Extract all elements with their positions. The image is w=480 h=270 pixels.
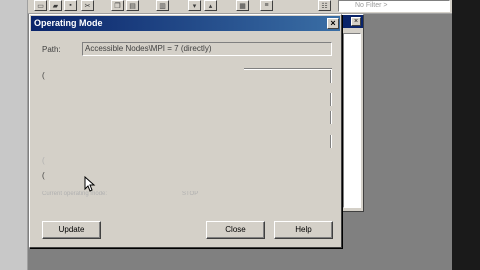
current-mode-label: Current operating mode: bbox=[42, 191, 108, 197]
group-edge bbox=[330, 93, 332, 106]
background-dark-area bbox=[452, 0, 480, 270]
group-edge bbox=[330, 70, 332, 83]
close-icon[interactable]: × bbox=[327, 18, 339, 29]
details-icon[interactable]: ☷ bbox=[318, 0, 331, 11]
download-icon[interactable]: ▾ bbox=[188, 0, 201, 11]
obscured-label: ( bbox=[42, 71, 45, 80]
group-edge bbox=[330, 135, 332, 148]
background-left-strip bbox=[0, 0, 28, 270]
upload-icon[interactable]: ▴ bbox=[204, 0, 217, 11]
paste-icon[interactable]: ▥ bbox=[156, 0, 169, 11]
filter-dropdown[interactable]: No Filter > bbox=[338, 0, 450, 12]
cut-icon[interactable]: ✂ bbox=[81, 0, 94, 11]
paste-icon[interactable]: ▤ bbox=[126, 0, 139, 11]
current-mode-value: STOP bbox=[182, 191, 199, 197]
list-icon[interactable]: ≡ bbox=[260, 0, 273, 11]
obscured-label: ( bbox=[42, 156, 45, 165]
copy-icon[interactable]: ❐ bbox=[111, 0, 124, 11]
background-window-pane bbox=[343, 33, 361, 208]
update-button[interactable]: Update bbox=[42, 221, 101, 239]
dialog-titlebar: Operating Mode × bbox=[31, 16, 340, 31]
properties-icon[interactable]: ▦ bbox=[236, 0, 249, 11]
new-icon[interactable]: ▭ bbox=[34, 0, 47, 11]
background-window: × bbox=[340, 14, 364, 212]
mouse-cursor-icon bbox=[84, 176, 96, 192]
group-separator bbox=[244, 68, 332, 70]
obscured-label: ( bbox=[42, 171, 45, 180]
path-field: Accessible Nodes\MPI = 7 (directly) bbox=[82, 42, 332, 56]
save-icon[interactable]: ▪ bbox=[64, 0, 77, 11]
open-icon[interactable]: ▰ bbox=[49, 0, 62, 11]
help-button[interactable]: Help bbox=[274, 221, 333, 239]
close-button[interactable]: Close bbox=[206, 221, 265, 239]
dialog-title: Operating Mode bbox=[34, 18, 103, 28]
operating-mode-dialog: Operating Mode × Path: Accessible Nodes\… bbox=[29, 14, 342, 248]
group-edge bbox=[330, 111, 332, 124]
path-label: Path: bbox=[42, 45, 61, 54]
close-icon[interactable]: × bbox=[351, 17, 361, 26]
